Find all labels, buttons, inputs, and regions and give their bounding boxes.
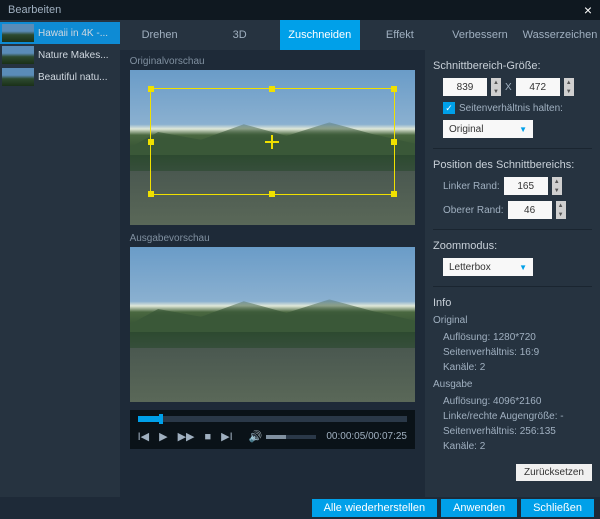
stop-icon[interactable]: ■ bbox=[204, 431, 211, 443]
restore-all-button[interactable]: Alle wiederherstellen bbox=[312, 499, 438, 517]
next-icon[interactable]: ▶I bbox=[221, 430, 233, 443]
crop-handle[interactable] bbox=[148, 139, 154, 145]
crop-handle[interactable] bbox=[269, 191, 275, 197]
seek-bar[interactable] bbox=[138, 416, 407, 422]
size-separator: X bbox=[505, 82, 512, 93]
clip-label: Nature Makes... bbox=[38, 50, 109, 61]
clip-label: Hawaii in 4K -... bbox=[38, 28, 108, 39]
clip-item[interactable]: Nature Makes... bbox=[0, 44, 120, 66]
crop-height-input[interactable] bbox=[516, 78, 560, 96]
crop-handle[interactable] bbox=[391, 191, 397, 197]
crop-size-title: Schnittbereich-Größe: bbox=[433, 60, 592, 72]
zoom-title: Zoommodus: bbox=[433, 240, 592, 252]
content: Drehen 3D Zuschneiden Effekt Verbessern … bbox=[120, 20, 600, 497]
crop-handle[interactable] bbox=[148, 191, 154, 197]
info-output-head: Ausgabe bbox=[433, 379, 592, 390]
crop-handle[interactable] bbox=[391, 86, 397, 92]
original-preview-label: Originalvorschau bbox=[130, 56, 415, 67]
info-line: Auflösung: 4096*2160 bbox=[433, 396, 592, 407]
output-preview bbox=[130, 247, 415, 402]
tab-bar: Drehen 3D Zuschneiden Effekt Verbessern … bbox=[120, 20, 600, 50]
volume-control[interactable]: 🔊 bbox=[249, 430, 317, 443]
crop-handle[interactable] bbox=[269, 86, 275, 92]
clip-item[interactable]: Hawaii in 4K -... bbox=[0, 22, 120, 44]
main: Hawaii in 4K -... Nature Makes... Beauti… bbox=[0, 20, 600, 497]
ratio-select[interactable]: Original ▼ bbox=[443, 120, 533, 138]
left-spinner[interactable]: ▲▼ bbox=[552, 177, 562, 195]
zoom-select[interactable]: Letterbox ▼ bbox=[443, 258, 533, 276]
clip-thumb bbox=[2, 24, 34, 42]
info-line: Kanäle: 2 bbox=[433, 441, 592, 452]
apply-button[interactable]: Anwenden bbox=[441, 499, 517, 517]
clip-item[interactable]: Beautiful natu... bbox=[0, 66, 120, 88]
info-line: Kanäle: 2 bbox=[433, 362, 592, 373]
volume-icon[interactable]: 🔊 bbox=[249, 430, 263, 443]
preview-column: Originalvorschau Ausgabe bbox=[120, 50, 425, 497]
tab-watermark[interactable]: Wasserzeichen bbox=[520, 20, 600, 50]
info-line: Linke/rechte Augengröße: - bbox=[433, 411, 592, 422]
titlebar: Bearbeiten × bbox=[0, 0, 600, 20]
original-preview[interactable] bbox=[130, 70, 415, 225]
tab-crop[interactable]: Zuschneiden bbox=[280, 20, 360, 50]
keep-ratio-label: Seitenverhältnis halten: bbox=[459, 103, 563, 114]
chevron-down-icon: ▼ bbox=[519, 125, 527, 134]
crop-handle[interactable] bbox=[391, 139, 397, 145]
workspace: Originalvorschau Ausgabe bbox=[120, 50, 600, 497]
clip-thumb bbox=[2, 46, 34, 64]
window-title: Bearbeiten bbox=[8, 4, 61, 16]
top-margin-input[interactable] bbox=[508, 201, 552, 219]
playback-controls: I◀ ▶ ▶▶ ■ ▶I 🔊 00:00:05/00:07:25 bbox=[130, 410, 415, 449]
close-icon[interactable]: × bbox=[584, 2, 592, 18]
info-line: Seitenverhältnis: 256:135 bbox=[433, 426, 592, 437]
settings-panel: Schnittbereich-Größe: ▲▼ X ▲▼ ✓ Seitenve… bbox=[425, 50, 600, 497]
info-line: Auflösung: 1280*720 bbox=[433, 332, 592, 343]
seek-thumb[interactable] bbox=[159, 414, 163, 424]
chevron-down-icon: ▼ bbox=[519, 263, 527, 272]
crop-handle[interactable] bbox=[148, 86, 154, 92]
reset-button[interactable]: Zurücksetzen bbox=[516, 464, 592, 481]
footer: Alle wiederherstellen Anwenden Schließen bbox=[0, 497, 600, 519]
info-title: Info bbox=[433, 297, 592, 309]
height-spinner[interactable]: ▲▼ bbox=[564, 78, 574, 96]
top-spinner[interactable]: ▲▼ bbox=[556, 201, 566, 219]
clip-list: Hawaii in 4K -... Nature Makes... Beauti… bbox=[0, 20, 120, 497]
tab-rotate[interactable]: Drehen bbox=[120, 20, 200, 50]
prev-icon[interactable]: I◀ bbox=[138, 430, 150, 443]
crop-width-input[interactable] bbox=[443, 78, 487, 96]
clip-thumb bbox=[2, 68, 34, 86]
crop-rectangle[interactable] bbox=[150, 88, 395, 195]
width-spinner[interactable]: ▲▼ bbox=[491, 78, 501, 96]
left-margin-input[interactable] bbox=[504, 177, 548, 195]
time-display: 00:00:05/00:07:25 bbox=[326, 431, 407, 442]
tab-effect[interactable]: Effekt bbox=[360, 20, 440, 50]
tab-enhance[interactable]: Verbessern bbox=[440, 20, 520, 50]
ff-icon[interactable]: ▶▶ bbox=[178, 430, 195, 443]
top-margin-label: Oberer Rand: bbox=[443, 205, 504, 216]
crop-center-icon bbox=[265, 135, 279, 149]
keep-ratio-checkbox[interactable]: ✓ bbox=[443, 102, 455, 114]
play-icon[interactable]: ▶ bbox=[159, 430, 167, 443]
info-line: Seitenverhältnis: 16:9 bbox=[433, 347, 592, 358]
close-button[interactable]: Schließen bbox=[521, 499, 594, 517]
info-original-head: Original bbox=[433, 315, 592, 326]
volume-slider[interactable] bbox=[266, 435, 316, 439]
left-margin-label: Linker Rand: bbox=[443, 181, 500, 192]
output-preview-label: Ausgabevorschau bbox=[130, 233, 415, 244]
clip-label: Beautiful natu... bbox=[38, 72, 108, 83]
position-title: Position des Schnittbereichs: bbox=[433, 159, 592, 171]
tab-3d[interactable]: 3D bbox=[200, 20, 280, 50]
